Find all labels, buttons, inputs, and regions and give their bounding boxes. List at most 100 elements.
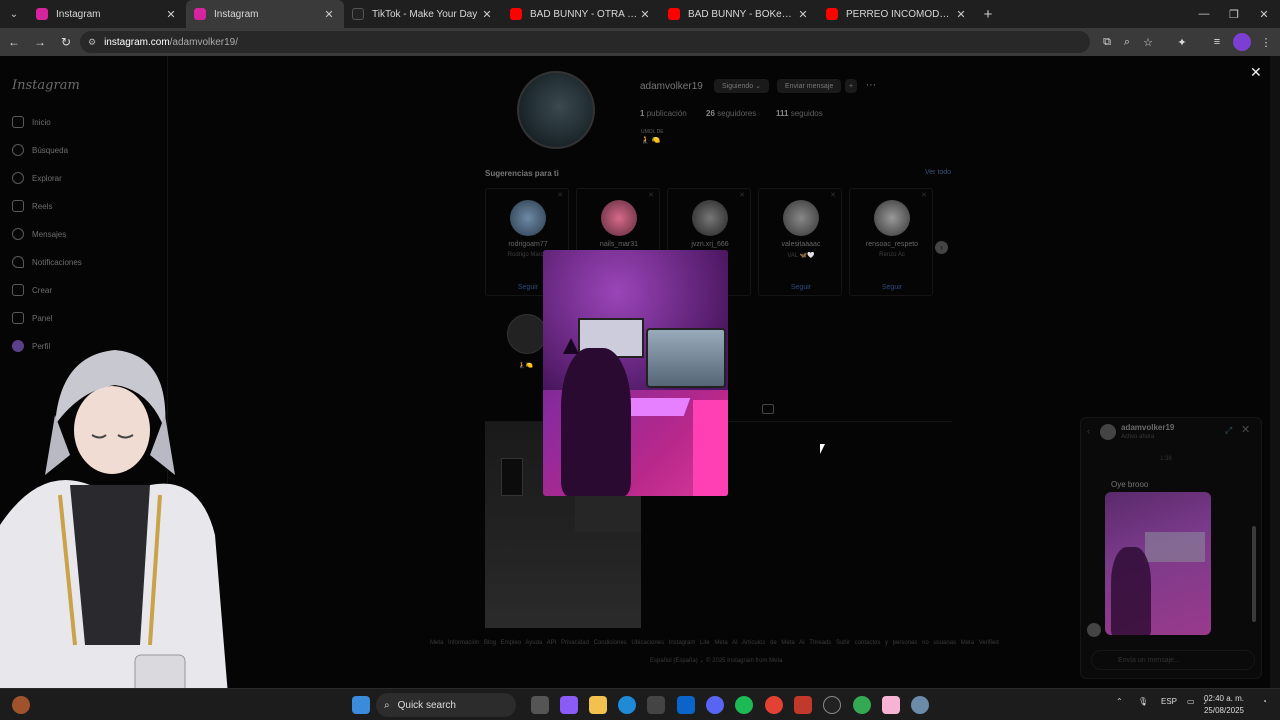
- story-highlight[interactable]: [507, 314, 547, 354]
- install-app-icon[interactable]: ⧉: [1098, 33, 1116, 51]
- taskbar-clock[interactable]: 02:40 a. m. 25/08/2025: [1196, 693, 1244, 717]
- more-options-icon[interactable]: ⋯: [866, 80, 876, 91]
- edge-icon[interactable]: [618, 696, 636, 714]
- expanded-photo[interactable]: [543, 250, 728, 496]
- settings-gear-icon[interactable]: [911, 696, 929, 714]
- chat-message-input[interactable]: Envía un mensaje...: [1091, 650, 1255, 670]
- tab-0[interactable]: Instagram ✕: [28, 0, 186, 28]
- dismiss-icon[interactable]: ✕: [557, 191, 563, 199]
- windows-start-icon[interactable]: [352, 696, 370, 714]
- reload-icon[interactable]: ↻: [54, 30, 78, 54]
- back-arrow-icon[interactable]: ←: [2, 30, 26, 54]
- sidebar-item-notificaciones[interactable]: Notificaciones: [12, 253, 82, 271]
- avatar[interactable]: [874, 200, 910, 236]
- dismiss-icon[interactable]: ✕: [830, 191, 836, 199]
- chat-username[interactable]: adamvolker19: [1121, 423, 1174, 432]
- following-count[interactable]: 111 seguidos: [776, 109, 823, 118]
- dismiss-icon[interactable]: ✕: [921, 191, 927, 199]
- new-tab-plus-icon[interactable]: +: [976, 6, 1000, 23]
- site-info-icon[interactable]: ⚙: [88, 37, 96, 48]
- spotify-icon[interactable]: [735, 696, 753, 714]
- profile-avatar[interactable]: [517, 71, 595, 149]
- sidebar-item-panel[interactable]: Panel: [12, 309, 52, 327]
- tab-3[interactable]: BAD BUNNY - OTRA NOCHE EN ✕: [502, 0, 660, 28]
- taskbar-search[interactable]: ⌕ Quick search: [376, 693, 516, 717]
- send-message-button[interactable]: Enviar mensaje: [777, 79, 842, 93]
- chrome-icon[interactable]: [853, 696, 871, 714]
- copilot-icon[interactable]: [560, 696, 578, 714]
- instagram-logo[interactable]: Instagram: [12, 78, 80, 93]
- sidebar-item-mensajes[interactable]: Mensajes: [12, 225, 66, 243]
- bell-icon[interactable]: ◔: [1262, 697, 1267, 706]
- follow-button[interactable]: Seguir: [759, 284, 843, 291]
- page-scrollbar[interactable]: [1270, 56, 1280, 688]
- file-explorer-icon[interactable]: [589, 696, 607, 714]
- store-icon[interactable]: [647, 696, 665, 714]
- obs-icon[interactable]: [823, 696, 841, 714]
- avatar[interactable]: [510, 200, 546, 236]
- bookmark-star-icon[interactable]: ☆: [1139, 33, 1157, 51]
- tab-2[interactable]: TikTok - Make Your Day ✕: [344, 0, 502, 28]
- followers-count[interactable]: 26 seguidores: [706, 109, 756, 118]
- forward-arrow-icon[interactable]: →: [28, 30, 52, 54]
- avatar[interactable]: [601, 200, 637, 236]
- avatar[interactable]: [783, 200, 819, 236]
- network-icon[interactable]: ▭: [1187, 697, 1195, 706]
- suggestion-username[interactable]: valesitaaaac: [759, 241, 843, 248]
- task-view-icon[interactable]: [531, 696, 549, 714]
- chevron-left-icon[interactable]: ‹: [1087, 426, 1090, 436]
- footer-language[interactable]: Español (España) ⌄ © 2025 Instagram from…: [650, 657, 783, 664]
- tab-1[interactable]: Instagram ✕: [186, 0, 344, 28]
- media-controls-icon[interactable]: ≡: [1208, 33, 1226, 51]
- dismiss-icon[interactable]: ✕: [739, 191, 745, 199]
- suggestion-username[interactable]: rensoac_respeto: [850, 241, 934, 248]
- close-icon[interactable]: ✕: [1241, 423, 1250, 436]
- suggestion-username[interactable]: jvzn.xrj_666: [668, 241, 752, 248]
- show-hidden-icons-chevron-icon[interactable]: ⌃: [1116, 697, 1123, 706]
- tab-4[interactable]: BAD BUNNY - BOKeTE (Video C ✕: [660, 0, 818, 28]
- close-icon[interactable]: ✕: [638, 8, 652, 21]
- keyboard-language[interactable]: ESP: [1161, 697, 1177, 706]
- profile-avatar-icon[interactable]: [1233, 33, 1251, 51]
- address-bar[interactable]: ⚙ instagram.com /adamvolker19/: [80, 31, 1090, 53]
- add-person-icon[interactable]: +: [845, 79, 858, 93]
- chat-image-message[interactable]: [1105, 492, 1211, 635]
- microphone-icon[interactable]: 🎙: [1138, 697, 1148, 706]
- footer-links[interactable]: Meta Información Blog Empleo Ayuda API P…: [430, 640, 999, 646]
- app-icon[interactable]: [882, 696, 900, 714]
- window-close-icon[interactable]: ✕: [1248, 0, 1280, 28]
- expand-icon[interactable]: ⤢: [1225, 425, 1232, 436]
- notifications-icon[interactable]: [12, 696, 30, 714]
- chrome-icon[interactable]: [765, 696, 783, 714]
- close-icon[interactable]: ✕: [1250, 64, 1262, 81]
- sidebar-item-explorar[interactable]: Explorar: [12, 169, 62, 187]
- following-button[interactable]: Siguiendo ⌄: [714, 79, 769, 93]
- zoom-icon[interactable]: ⌕: [1118, 33, 1136, 51]
- close-icon[interactable]: ✕: [480, 8, 494, 21]
- app-icon[interactable]: [794, 696, 812, 714]
- avatar[interactable]: [1100, 424, 1116, 440]
- close-icon[interactable]: ✕: [954, 8, 968, 21]
- tab-5[interactable]: PERREO INCÓMODO (Al Volan ✕: [818, 0, 976, 28]
- restore-icon[interactable]: ❐: [1218, 0, 1250, 28]
- sidebar-item-reels[interactable]: Reels: [12, 197, 52, 215]
- sidebar-item-inicio[interactable]: Inicio: [12, 113, 51, 131]
- dismiss-icon[interactable]: ✕: [648, 191, 654, 199]
- close-icon[interactable]: ✕: [164, 8, 178, 21]
- close-icon[interactable]: ✕: [322, 8, 336, 21]
- see-all-link[interactable]: Ver todo: [925, 169, 951, 176]
- suggestion-username[interactable]: nails_mar31: [577, 241, 661, 248]
- close-icon[interactable]: ✕: [796, 8, 810, 21]
- chevron-right-icon[interactable]: ›: [935, 241, 948, 254]
- sidebar-item-busqueda[interactable]: Búsqueda: [12, 141, 68, 159]
- kebab-menu-icon[interactable]: ⋮: [1257, 33, 1275, 51]
- sidebar-item-crear[interactable]: Crear: [12, 281, 52, 299]
- outlook-icon[interactable]: [677, 696, 695, 714]
- discord-icon[interactable]: [706, 696, 724, 714]
- minimize-icon[interactable]: —: [1188, 0, 1220, 28]
- extensions-icon[interactable]: ✦: [1173, 33, 1191, 51]
- camera-icon[interactable]: [762, 404, 774, 414]
- suggestion-username[interactable]: rodrigoam77: [486, 241, 570, 248]
- follow-button[interactable]: Seguir: [850, 284, 934, 291]
- chat-scrollbar[interactable]: [1252, 526, 1256, 622]
